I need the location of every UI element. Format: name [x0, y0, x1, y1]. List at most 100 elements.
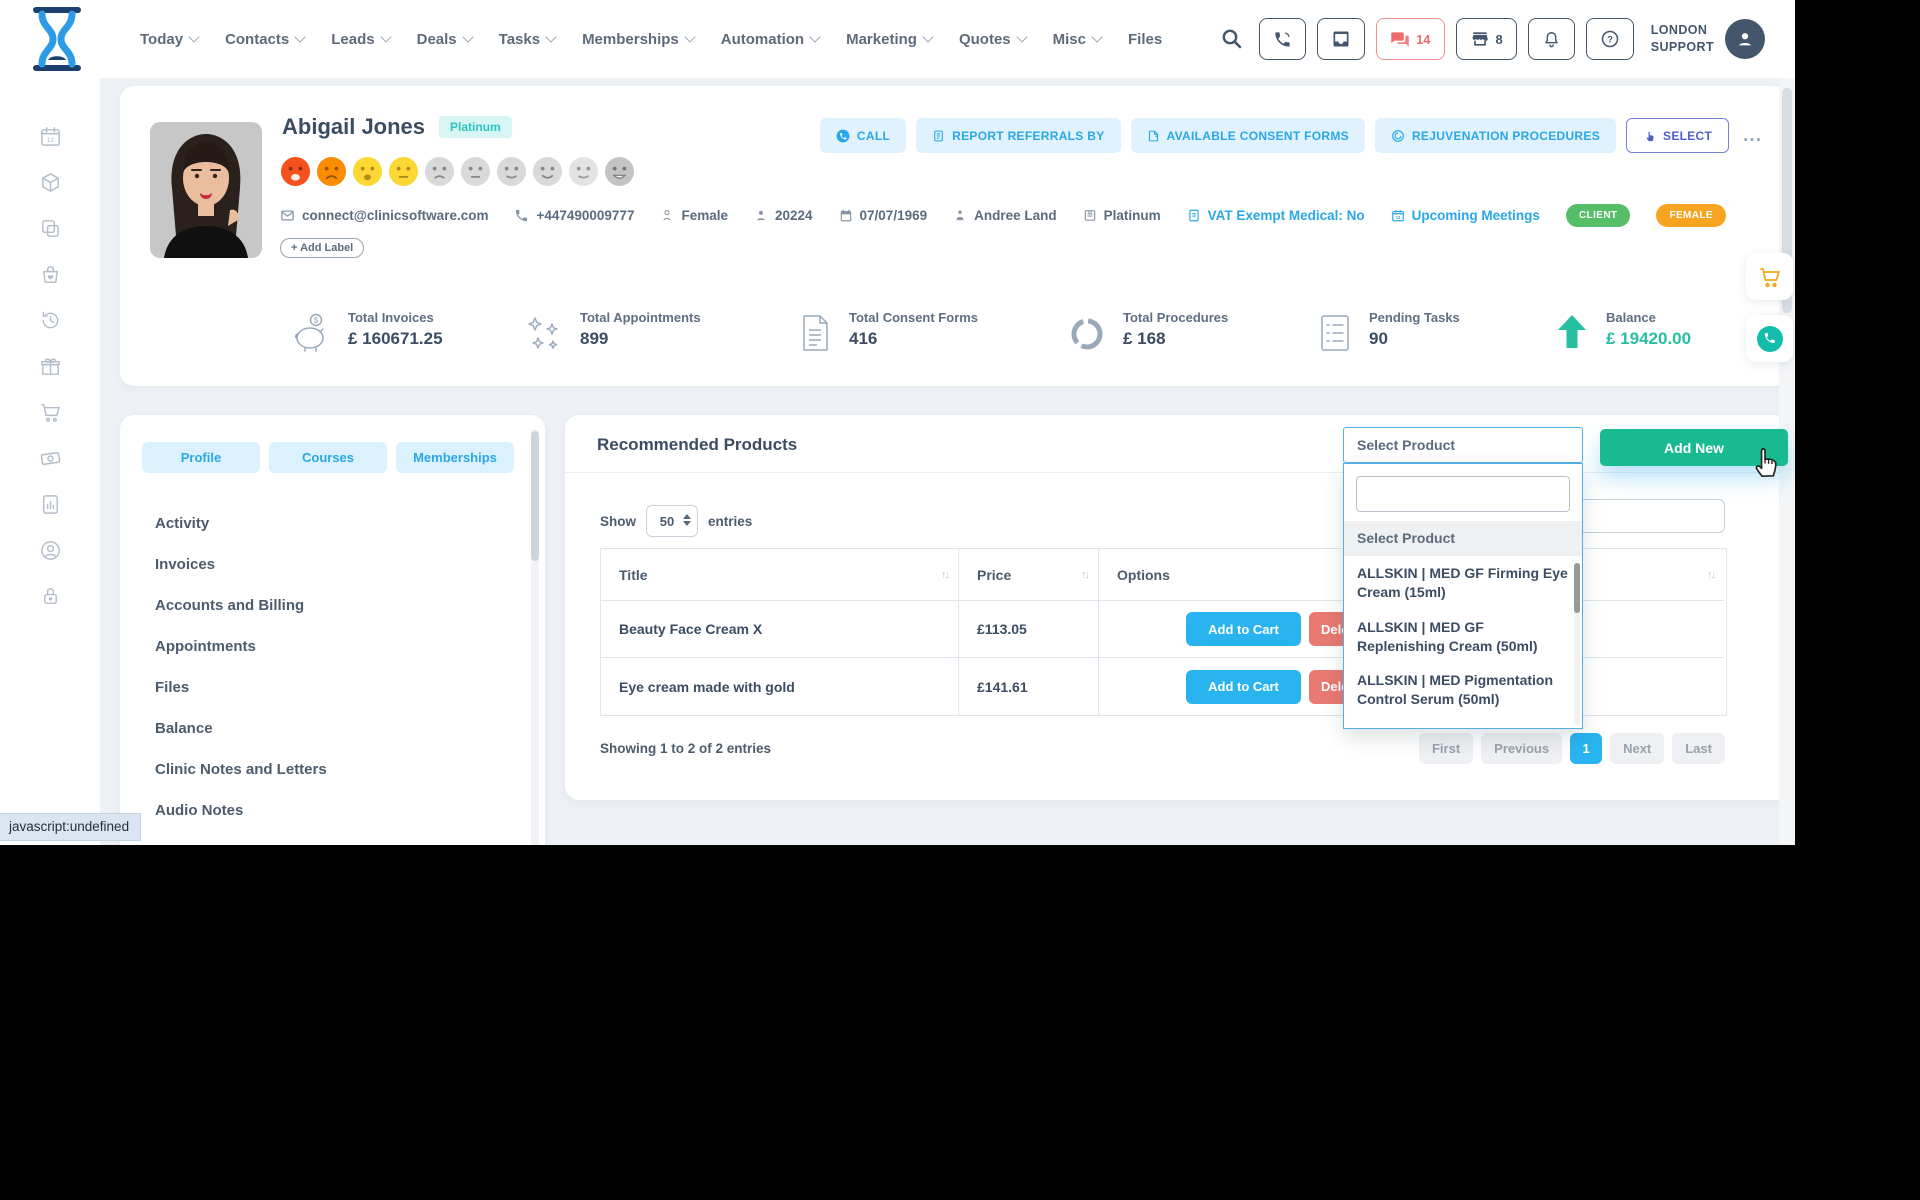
dropdown-search-input[interactable]: [1356, 476, 1570, 512]
pagination-last[interactable]: Last: [1672, 733, 1725, 764]
menu-item-files[interactable]: Files: [155, 667, 515, 708]
pagination-page-1[interactable]: 1: [1570, 733, 1602, 764]
nav-item-misc[interactable]: Misc: [1053, 31, 1101, 48]
menu-item-invoices[interactable]: Invoices: [155, 544, 515, 585]
rating-emoji-1[interactable]: [280, 156, 311, 187]
phone-icon: [514, 208, 529, 223]
rating-emoji-2[interactable]: [316, 156, 347, 187]
sidebar-item-duplicates[interactable]: [39, 217, 62, 245]
sidebar-item-reports[interactable]: [39, 493, 62, 521]
store-button[interactable]: 8: [1456, 18, 1517, 60]
client-tag: CLIENT: [1566, 204, 1631, 227]
rating-emoji-7[interactable]: [496, 156, 527, 187]
more-actions-button[interactable]: ...: [1743, 125, 1762, 147]
gift-icon: [39, 355, 62, 378]
sparkles-icon: [522, 310, 566, 356]
dropdown-option[interactable]: ALLSKIN | MED Pigmentation Control Serum…: [1344, 663, 1582, 717]
pagination-next[interactable]: Next: [1610, 733, 1664, 764]
rating-emoji-4[interactable]: [388, 156, 419, 187]
nav-item-quotes[interactable]: Quotes: [959, 31, 1026, 48]
tab-courses[interactable]: Courses: [269, 442, 387, 473]
menu-item-balance[interactable]: Balance: [155, 708, 515, 749]
pagination-first[interactable]: First: [1419, 733, 1473, 764]
consent-forms-button[interactable]: AVAILABLE CONSENT FORMS: [1131, 118, 1365, 153]
tab-profile[interactable]: Profile: [142, 442, 260, 473]
sidebar-item-calendar[interactable]: 12: [39, 125, 62, 153]
user-avatar[interactable]: [1725, 19, 1765, 59]
add-to-cart-button[interactable]: Add to Cart: [1186, 612, 1301, 646]
page-size-select[interactable]: 50: [646, 505, 698, 537]
add-label-button[interactable]: + Add Label: [280, 238, 364, 258]
client-photo[interactable]: [150, 122, 262, 258]
nav-item-marketing[interactable]: Marketing: [846, 31, 932, 48]
dropdown-option[interactable]: ALLSKIN | MED GF Firming Eye Cream (15ml…: [1344, 556, 1582, 610]
dialer-button[interactable]: [1259, 18, 1306, 60]
arrow-up-icon: [1552, 310, 1592, 356]
menu-item-accounts-billing[interactable]: Accounts and Billing: [155, 585, 515, 626]
notifications-button[interactable]: [1528, 18, 1575, 60]
rating-emoji-8[interactable]: [532, 156, 563, 187]
select-button[interactable]: SELECT: [1626, 118, 1729, 153]
menu-item-audio-notes[interactable]: Audio Notes: [155, 790, 515, 831]
stat-total-appointments: Total Appointments899: [522, 310, 701, 356]
tab-memberships[interactable]: Memberships: [396, 442, 514, 473]
dropdown-option[interactable]: ALLSKIN | MED GF Replenishing Cream (50m…: [1344, 610, 1582, 664]
procedures-icon: [1391, 129, 1405, 143]
dropdown-option[interactable]: ALLSKIN | MED R Advanced: [1344, 717, 1582, 729]
nav-item-contacts[interactable]: Contacts: [225, 31, 304, 48]
rating-emoji-5[interactable]: [424, 156, 455, 187]
consent-doc-icon: [795, 310, 835, 356]
select-product-control[interactable]: Select Product: [1343, 427, 1583, 463]
pagination-previous[interactable]: Previous: [1481, 733, 1562, 764]
quick-whatsapp-button[interactable]: [1746, 315, 1793, 362]
nav-item-memberships[interactable]: Memberships: [582, 31, 694, 48]
call-button[interactable]: CALL: [820, 118, 906, 153]
hourglass-logo-icon: [28, 6, 86, 72]
sidebar-item-gifts[interactable]: [39, 355, 62, 383]
menu-item-appointments[interactable]: Appointments: [155, 626, 515, 667]
inbox-button[interactable]: [1317, 18, 1365, 60]
panel-scrollbar-thumb[interactable]: [531, 431, 539, 561]
sidebar-item-security[interactable]: [39, 585, 62, 613]
menu-item-drinks[interactable]: Drinks: [155, 831, 515, 845]
sidebar-item-account[interactable]: [39, 539, 62, 567]
rating-emoji-6[interactable]: [460, 156, 491, 187]
rating-emoji-10[interactable]: [604, 156, 635, 187]
nav-item-deals[interactable]: Deals: [417, 31, 472, 48]
column-header-price[interactable]: Price↑↓: [959, 549, 1099, 601]
dropdown-option-placeholder[interactable]: Select Product: [1344, 521, 1582, 556]
nav-item-tasks[interactable]: Tasks: [499, 31, 555, 48]
help-button[interactable]: ?: [1586, 18, 1634, 60]
chevron-down-icon: [295, 31, 306, 42]
store-count-badge: 8: [1496, 32, 1503, 47]
clinicsoftware-logo[interactable]: [28, 6, 86, 72]
chevron-down-icon: [380, 31, 391, 42]
add-to-cart-button[interactable]: Add to Cart: [1186, 670, 1301, 704]
sidebar-item-loyalty[interactable]: [39, 263, 62, 291]
upcoming-meetings-link[interactable]: 12Upcoming Meetings: [1391, 208, 1540, 223]
vat-exempt-link[interactable]: VAT Exempt Medical: No: [1187, 208, 1365, 223]
sidebar-item-cart[interactable]: [39, 401, 62, 429]
nav-item-today[interactable]: Today: [140, 31, 198, 48]
chat-notifications-button[interactable]: 14: [1376, 18, 1444, 60]
menu-item-activity[interactable]: Activity: [155, 503, 515, 544]
nav-item-automation[interactable]: Automation: [721, 31, 819, 48]
menu-item-clinic-notes[interactable]: Clinic Notes and Letters: [155, 749, 515, 790]
client-phone[interactable]: +447490009777: [514, 208, 634, 223]
female-tag: FEMALE: [1656, 204, 1726, 227]
dropdown-scrollbar-thumb[interactable]: [1574, 563, 1580, 613]
report-referrals-button[interactable]: REPORT REFERRALS BY: [916, 118, 1120, 153]
report-chart-icon: [39, 493, 62, 516]
nav-item-files[interactable]: Files: [1128, 31, 1162, 48]
rating-emoji-3[interactable]: [352, 156, 383, 187]
nav-item-leads[interactable]: Leads: [331, 31, 389, 48]
rejuvenation-procedures-button[interactable]: REJUVENATION PROCEDURES: [1375, 118, 1616, 153]
sidebar-item-products[interactable]: [39, 171, 62, 199]
rating-emoji-9[interactable]: [568, 156, 599, 187]
sidebar-item-history[interactable]: [39, 309, 62, 337]
sidebar-item-payments[interactable]: [39, 447, 62, 475]
search-icon[interactable]: [1220, 27, 1244, 51]
quick-cart-button[interactable]: [1746, 253, 1793, 300]
column-header-title[interactable]: Title↑↓: [601, 549, 959, 601]
client-email[interactable]: connect@clinicsoftware.com: [280, 208, 488, 223]
